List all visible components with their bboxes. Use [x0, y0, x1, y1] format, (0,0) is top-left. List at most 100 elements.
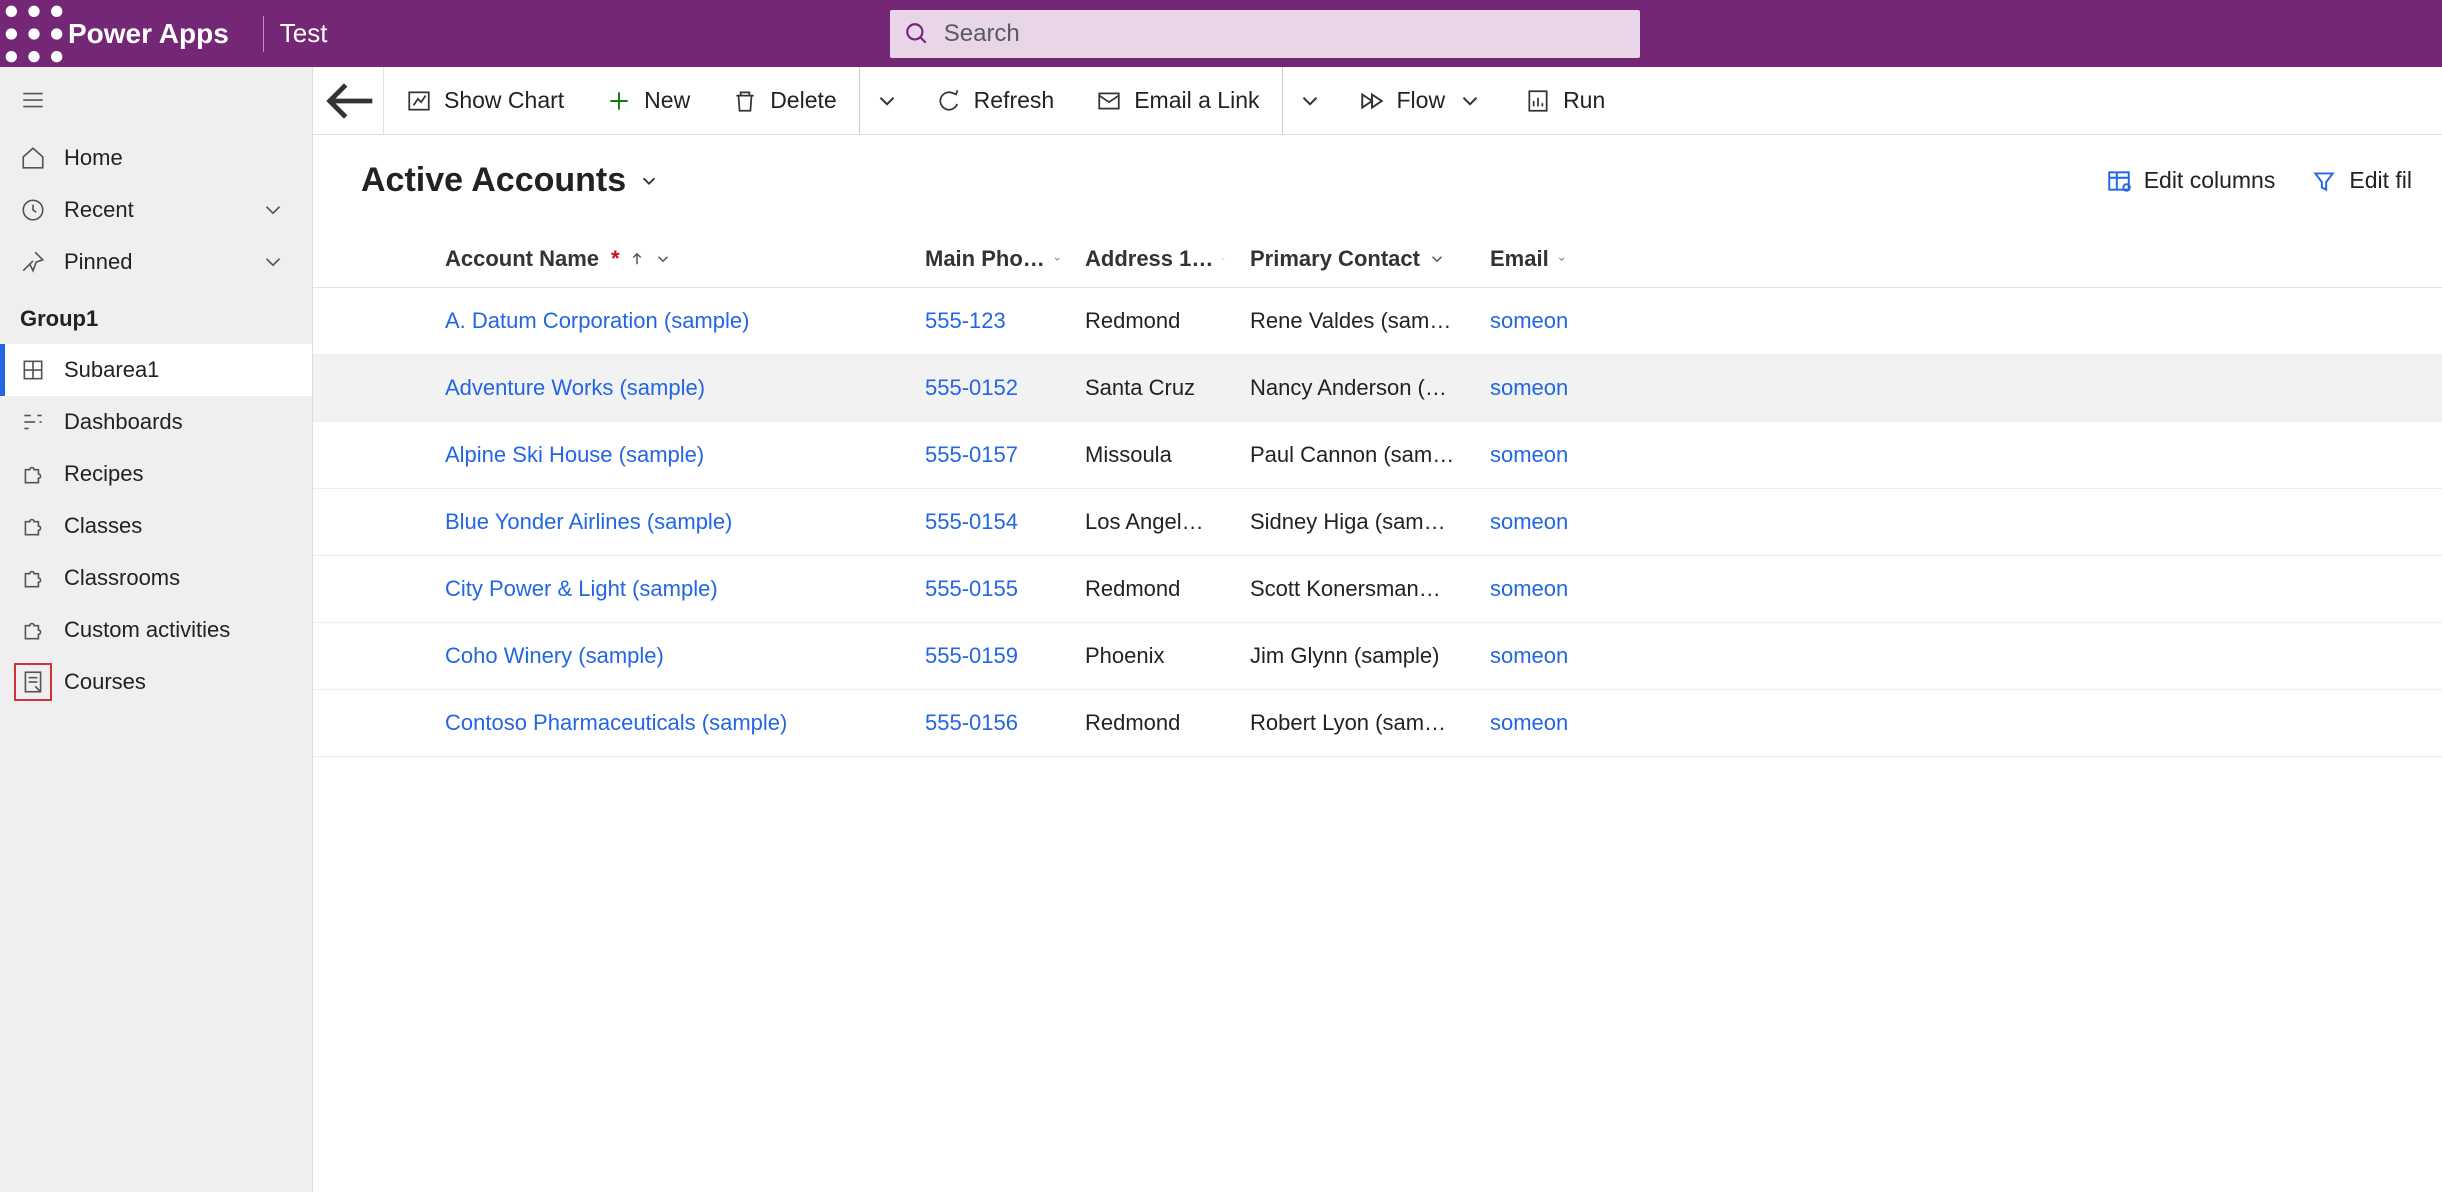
account-link[interactable]: City Power & Light (sample): [445, 576, 718, 602]
nav-label: Home: [64, 145, 123, 171]
contact-cell: Robert Lyon (sam…: [1238, 710, 1478, 736]
app-header: Power Apps Test: [0, 0, 2442, 67]
search-input[interactable]: [930, 20, 1626, 48]
email-link[interactable]: someon: [1490, 308, 1568, 334]
sidebar-item-custom-activities[interactable]: Custom activities: [0, 604, 312, 656]
global-search[interactable]: [890, 10, 1640, 58]
email-link[interactable]: someon: [1490, 442, 1568, 468]
chevron-down-icon: [1557, 250, 1566, 268]
table-row[interactable]: City Power & Light (sample)555-0155Redmo…: [313, 556, 2442, 623]
sidebar-item-label: Custom activities: [64, 617, 230, 643]
email-link[interactable]: someon: [1490, 576, 1568, 602]
header-divider: [263, 16, 264, 52]
email-link-button[interactable]: Email a Link: [1076, 67, 1279, 134]
nav-pinned[interactable]: Pinned: [0, 236, 312, 288]
nav-recent[interactable]: Recent: [0, 184, 312, 236]
view-selector[interactable]: Active Accounts: [361, 161, 660, 200]
home-icon: [20, 145, 46, 171]
phone-link[interactable]: 555-0159: [925, 643, 1018, 669]
table-row[interactable]: A. Datum Corporation (sample)555-123Redm…: [313, 288, 2442, 355]
account-link[interactable]: Alpine Ski House (sample): [445, 442, 704, 468]
table-row[interactable]: Contoso Pharmaceuticals (sample) 555-0156…: [313, 690, 2442, 757]
chevron-down-icon: [260, 197, 286, 223]
flow-button[interactable]: Flow: [1339, 67, 1504, 134]
phone-link[interactable]: 555-123: [925, 308, 1006, 334]
edit-filters-button[interactable]: Edit fil: [2311, 167, 2412, 194]
puzzle-icon: [20, 461, 46, 487]
chevron-down-icon: [1428, 250, 1446, 268]
sidebar-item-label: Classrooms: [64, 565, 180, 591]
edit-columns-button[interactable]: Edit columns: [2106, 167, 2276, 194]
delete-more-button[interactable]: [859, 67, 914, 134]
columns-icon: [2106, 168, 2132, 194]
col-primary-contact[interactable]: Primary Contact: [1238, 246, 1478, 272]
hamburger-button[interactable]: [0, 73, 312, 132]
show-chart-button[interactable]: Show Chart: [386, 67, 584, 134]
phone-link[interactable]: 555-0152: [925, 375, 1018, 401]
col-label: Email: [1490, 246, 1549, 272]
city-cell: Los Angel…: [1073, 509, 1238, 535]
email-link[interactable]: someon: [1490, 375, 1568, 401]
email-link[interactable]: someon: [1490, 509, 1568, 535]
app-name[interactable]: Power Apps: [68, 18, 247, 50]
form-icon: [14, 663, 52, 701]
chevron-down-icon: [654, 250, 672, 268]
environment-name[interactable]: Test: [280, 18, 328, 49]
col-main-phone[interactable]: Main Pho…: [913, 246, 1073, 272]
col-account-name[interactable]: Account Name *: [433, 246, 913, 272]
account-link[interactable]: Adventure Works (sample): [445, 375, 705, 401]
sidebar-item-label: Subarea1: [64, 357, 159, 383]
table-row[interactable]: Alpine Ski House (sample) 555-0157 Missoul…: [313, 422, 2442, 489]
account-link[interactable]: Coho Winery (sample): [445, 643, 664, 669]
col-address-city[interactable]: Address 1…: [1073, 246, 1238, 272]
phone-link[interactable]: 555-0157: [925, 442, 1018, 468]
main-content: Show Chart New Delete Refresh Email a Li…: [313, 67, 2442, 1192]
email-more-button[interactable]: [1282, 67, 1337, 134]
email-link[interactable]: someon: [1490, 710, 1568, 736]
phone-link[interactable]: 555-0156: [925, 710, 1018, 736]
account-link[interactable]: Blue Yonder Airlines (sample): [445, 509, 732, 535]
contact-cell: Nancy Anderson (…: [1238, 375, 1478, 401]
email-icon: [1096, 88, 1122, 114]
col-label: Address 1…: [1085, 246, 1213, 272]
sidebar-item-courses[interactable]: Courses: [0, 656, 312, 708]
run-report-button[interactable]: Run: [1505, 67, 1625, 134]
cmd-label: Flow: [1397, 87, 1446, 114]
command-bar: Show Chart New Delete Refresh Email a Li…: [313, 67, 2442, 135]
grid-header: Account Name * Main Pho… Address 1… Prim…: [313, 230, 2442, 288]
nav-home[interactable]: Home: [0, 132, 312, 184]
app-launcher-button[interactable]: [0, 0, 68, 68]
sidebar-item-recipes[interactable]: Recipes: [0, 448, 312, 500]
arrow-left-icon: [319, 69, 383, 133]
label: Edit columns: [2144, 167, 2276, 194]
view-header: Active Accounts Edit columns Edit fil: [313, 135, 2442, 210]
delete-button[interactable]: Delete: [712, 67, 856, 134]
contact-cell: Paul Cannon (sam…: [1238, 442, 1478, 468]
chevron-down-icon: [1457, 88, 1483, 114]
puzzle-icon: [20, 513, 46, 539]
sidebar-item-label: Recipes: [64, 461, 143, 487]
account-link[interactable]: A. Datum Corporation (sample): [445, 308, 749, 334]
back-button[interactable]: [319, 67, 384, 134]
chevron-down-icon: [260, 249, 286, 275]
col-email[interactable]: Email: [1478, 246, 1578, 272]
sidebar-item-classrooms[interactable]: Classrooms: [0, 552, 312, 604]
sidebar-item-subarea1[interactable]: Subarea1: [0, 344, 312, 396]
phone-link[interactable]: 555-0155: [925, 576, 1018, 602]
cmd-label: Show Chart: [444, 87, 564, 114]
refresh-button[interactable]: Refresh: [916, 67, 1075, 134]
nav-label: Pinned: [64, 249, 133, 275]
table-row[interactable]: Coho Winery (sample)555-0159PhoenixJim G…: [313, 623, 2442, 690]
table-row[interactable]: Blue Yonder Airlines (sample) 555-0154 Los…: [313, 489, 2442, 556]
phone-link[interactable]: 555-0154: [925, 509, 1018, 535]
city-cell: Missoula: [1073, 442, 1238, 468]
new-button[interactable]: New: [586, 67, 710, 134]
sidebar-item-classes[interactable]: Classes: [0, 500, 312, 552]
table-row[interactable]: Adventure Works (sample)555-0152Santa Cr…: [313, 355, 2442, 422]
sort-asc-icon: [628, 250, 646, 268]
email-link[interactable]: someon: [1490, 643, 1568, 669]
sidebar-item-dashboards[interactable]: Dashboards: [0, 396, 312, 448]
dashboard-icon: [20, 409, 46, 435]
account-link[interactable]: Contoso Pharmaceuticals (sample): [445, 710, 787, 736]
chart-icon: [406, 88, 432, 114]
